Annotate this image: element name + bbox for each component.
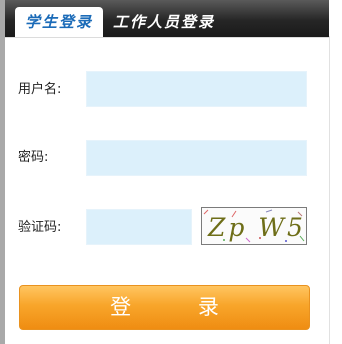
username-input[interactable] — [86, 71, 307, 107]
captcha-text: Zp W5 — [207, 213, 306, 242]
captcha-label: 验证码: — [18, 220, 62, 235]
login-button[interactable]: 登 录 — [19, 285, 310, 330]
login-tab-bar: 学生登录 工作人员登录 — [5, 0, 329, 38]
tab-staff-login[interactable]: 工作人员登录 — [109, 7, 219, 37]
captcha-image[interactable]: Zp W5 — [201, 207, 307, 245]
password-label: 密码: — [18, 150, 49, 165]
captcha-input[interactable] — [86, 209, 192, 245]
captcha-image-graphic: Zp W5 — [202, 208, 306, 244]
tab-student-login[interactable]: 学生登录 — [15, 7, 103, 37]
login-panel: 学生登录 工作人员登录 用户名: 密码: 验证码: Zp W5 登 录 — [0, 0, 342, 344]
password-input[interactable] — [86, 140, 307, 176]
username-label: 用户名: — [18, 82, 62, 97]
